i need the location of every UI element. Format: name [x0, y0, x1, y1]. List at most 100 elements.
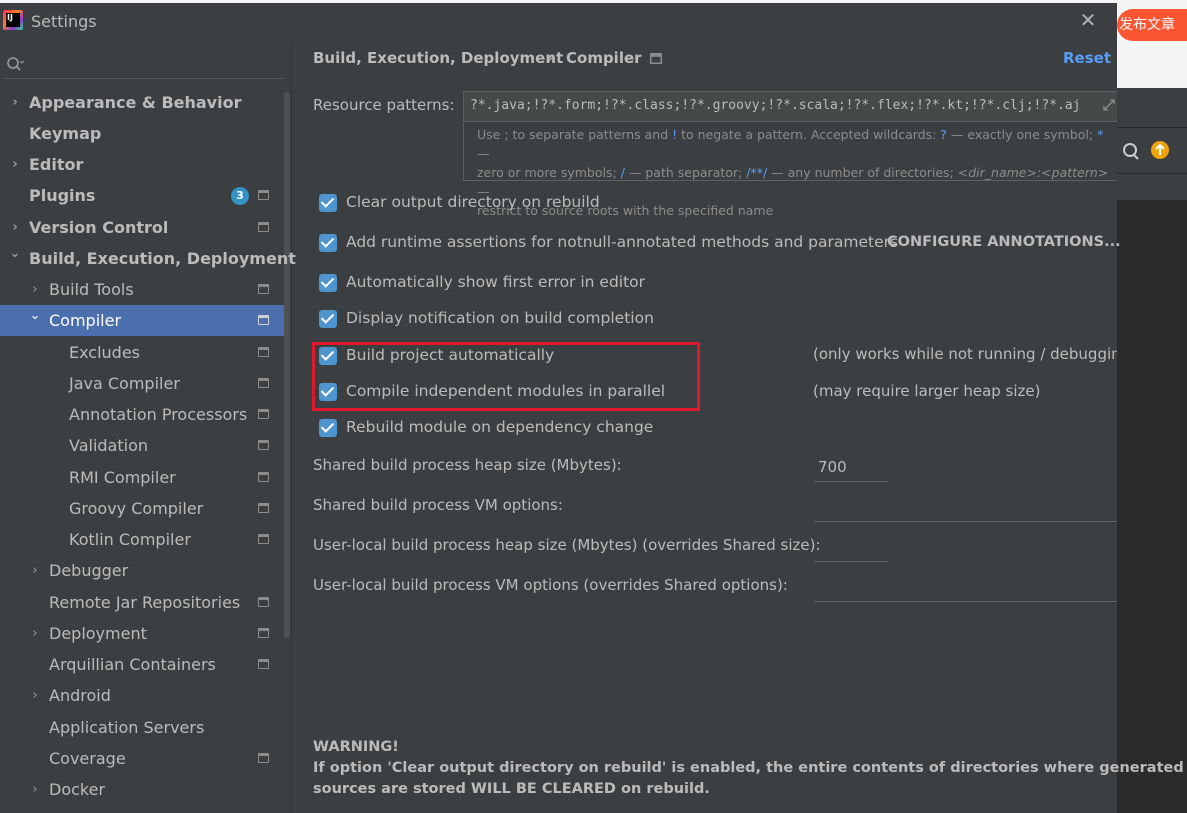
configure-annotations-button[interactable]: CONFIGURE ANNOTATIONS...: [887, 234, 1121, 250]
rebuild-on-dependency-label[interactable]: Rebuild module on dependency change: [346, 418, 653, 436]
sidebar-item-annotation-processors[interactable]: Annotation Processors: [0, 399, 284, 430]
local-heap-label: User-local build process heap size (Mbyt…: [313, 536, 821, 554]
project-level-icon: [258, 284, 269, 294]
show-first-error-checkbox[interactable]: [319, 274, 337, 292]
sidebar-item-build-tools[interactable]: › Build Tools: [0, 274, 284, 305]
sidebar-item-rmi-compiler[interactable]: RMI Compiler: [0, 462, 284, 493]
sidebar-item-arquillian-containers[interactable]: Arquillian Containers: [0, 649, 284, 680]
sidebar-item-label: Android: [49, 686, 111, 705]
sidebar-item-remote-jar-repositories[interactable]: Remote Jar Repositories: [0, 587, 284, 618]
resource-patterns-hint: Use ; to separate patterns and ! to nega…: [463, 123, 1117, 218]
sidebar-item-label: Version Control: [29, 218, 169, 237]
breadcrumb-parent[interactable]: Build, Execution, Deployment: [313, 49, 563, 67]
sidebar-item-build-execution-deployment[interactable]: ⌄ Build, Execution, Deployment: [0, 243, 296, 274]
background-pane: [1117, 200, 1187, 813]
local-vm-input[interactable]: [814, 574, 1117, 602]
sidebar-item-label: Annotation Processors: [69, 405, 248, 424]
plugins-update-badge: 3: [231, 187, 249, 205]
resource-patterns-input[interactable]: ?*.java;!?*.form;!?*.class;!?*.groovy;!?…: [463, 91, 1117, 122]
sidebar-item-label: Build, Execution, Deployment: [29, 249, 296, 268]
sidebar-item-java-compiler[interactable]: Java Compiler: [0, 368, 284, 399]
title-bar-top-strip: [0, 0, 1117, 3]
project-level-icon: [258, 378, 269, 388]
local-heap-input[interactable]: [814, 534, 888, 562]
sidebar-item-coverage[interactable]: Coverage: [0, 743, 284, 774]
close-icon[interactable]: ✕: [1078, 10, 1098, 30]
sidebar-item-kotlin-compiler[interactable]: Kotlin Compiler: [0, 524, 284, 555]
chevron-right-icon[interactable]: ›: [8, 149, 22, 180]
project-level-icon: [258, 347, 269, 357]
annotation-highlight-box: [312, 342, 700, 411]
project-level-icon: [258, 222, 269, 232]
chevron-right-icon[interactable]: ›: [28, 774, 42, 805]
sidebar-item-label: Application Servers: [49, 718, 205, 737]
show-first-error-label[interactable]: Automatically show first error in editor: [346, 273, 645, 291]
chevron-right-icon[interactable]: ›: [8, 87, 22, 118]
chevron-down-icon[interactable]: ⌄: [8, 238, 22, 269]
expand-field-icon[interactable]: [1102, 98, 1116, 112]
chevron-right-icon[interactable]: ›: [28, 555, 42, 586]
warning-line-1: If option 'Clear output directory on reb…: [313, 760, 1184, 776]
sidebar-item-compiler[interactable]: ⌄ Compiler: [0, 305, 284, 336]
sidebar-item-android[interactable]: › Android: [0, 680, 284, 711]
project-level-icon: [258, 753, 269, 763]
background-toolbar: [1117, 88, 1187, 128]
sidebar-item-plugins[interactable]: Plugins 3: [0, 180, 284, 211]
sidebar-item-appearance-behavior[interactable]: › Appearance & Behavior: [0, 87, 284, 118]
sidebar-item-label: Keymap: [29, 124, 102, 143]
sidebar-item-docker[interactable]: › Docker: [0, 774, 284, 805]
warning-line-2: sources are stored WILL BE CLEARED on re…: [313, 781, 710, 797]
sidebar-item-label: RMI Compiler: [69, 468, 176, 487]
sidebar-item-deployment[interactable]: › Deployment: [0, 618, 284, 649]
rebuild-on-dependency-checkbox[interactable]: [319, 419, 337, 437]
project-level-icon: [258, 503, 269, 513]
project-level-icon: [258, 659, 269, 669]
sidebar-item-groovy-compiler[interactable]: Groovy Compiler: [0, 493, 284, 524]
sidebar-item-label: Coverage: [49, 749, 126, 768]
chevron-down-icon[interactable]: ⌄: [28, 300, 42, 331]
sidebar-item-version-control[interactable]: › Version Control: [0, 212, 284, 243]
clear-output-checkbox[interactable]: [319, 194, 337, 212]
chevron-right-icon[interactable]: ›: [28, 618, 42, 649]
title-bar: IJ Settings ✕: [0, 0, 1117, 44]
sidebar-item-application-servers[interactable]: Application Servers: [0, 712, 284, 743]
sidebar-item-label: Kotlin Compiler: [69, 530, 191, 549]
publish-article-button[interactable]: 发布文章: [1117, 9, 1187, 41]
shared-vm-label: Shared build process VM options:: [313, 496, 563, 514]
breadcrumb-separator: ›: [547, 49, 553, 67]
sidebar-item-label: Deployment: [49, 624, 147, 643]
reset-link[interactable]: Reset: [1063, 49, 1111, 67]
sidebar-item-label: Docker: [49, 780, 106, 799]
sidebar-item-label: Debugger: [49, 561, 129, 580]
sidebar-scrollbar[interactable]: [284, 92, 290, 638]
resource-patterns-label: Resource patterns:: [313, 96, 455, 114]
sidebar-item-label: Editor: [29, 155, 84, 174]
project-level-icon: [258, 440, 269, 450]
runtime-assertions-checkbox[interactable]: [319, 234, 337, 252]
sidebar-item-editor[interactable]: › Editor: [0, 149, 284, 180]
parallel-compile-note: (may require larger heap size): [813, 382, 1041, 400]
project-level-icon: [258, 190, 269, 200]
project-level-icon: [258, 534, 269, 544]
sidebar-item-excludes[interactable]: Excludes: [0, 337, 284, 368]
notify-completion-label[interactable]: Display notification on build completion: [346, 309, 654, 327]
sidebar-item-keymap[interactable]: Keymap: [0, 118, 284, 149]
background-tool-row: [1117, 128, 1187, 174]
notify-completion-checkbox[interactable]: [319, 310, 337, 328]
runtime-assertions-label[interactable]: Add runtime assertions for notnull-annot…: [346, 233, 898, 251]
window-title: Settings: [31, 12, 97, 31]
sidebar-item-validation[interactable]: Validation: [0, 430, 284, 461]
chevron-right-icon[interactable]: ›: [28, 680, 42, 711]
sidebar-item-debugger[interactable]: › Debugger: [0, 555, 284, 586]
sidebar-item-label: Arquillian Containers: [49, 655, 216, 674]
sidebar-item-label: Excludes: [69, 343, 141, 362]
search-icon[interactable]: [6, 56, 24, 74]
settings-search-input[interactable]: [4, 51, 284, 79]
sidebar-item-label: Java Compiler: [69, 374, 180, 393]
shared-vm-input[interactable]: [814, 494, 1117, 522]
sidebar-item-label: Appearance & Behavior: [29, 93, 242, 112]
shared-heap-input[interactable]: 700: [814, 454, 888, 482]
build-automatically-note: (only works while not running / debuggin…: [813, 345, 1117, 363]
clear-output-label[interactable]: Clear output directory on rebuild: [346, 193, 600, 211]
sidebar-item-label: Remote Jar Repositories: [49, 593, 241, 612]
